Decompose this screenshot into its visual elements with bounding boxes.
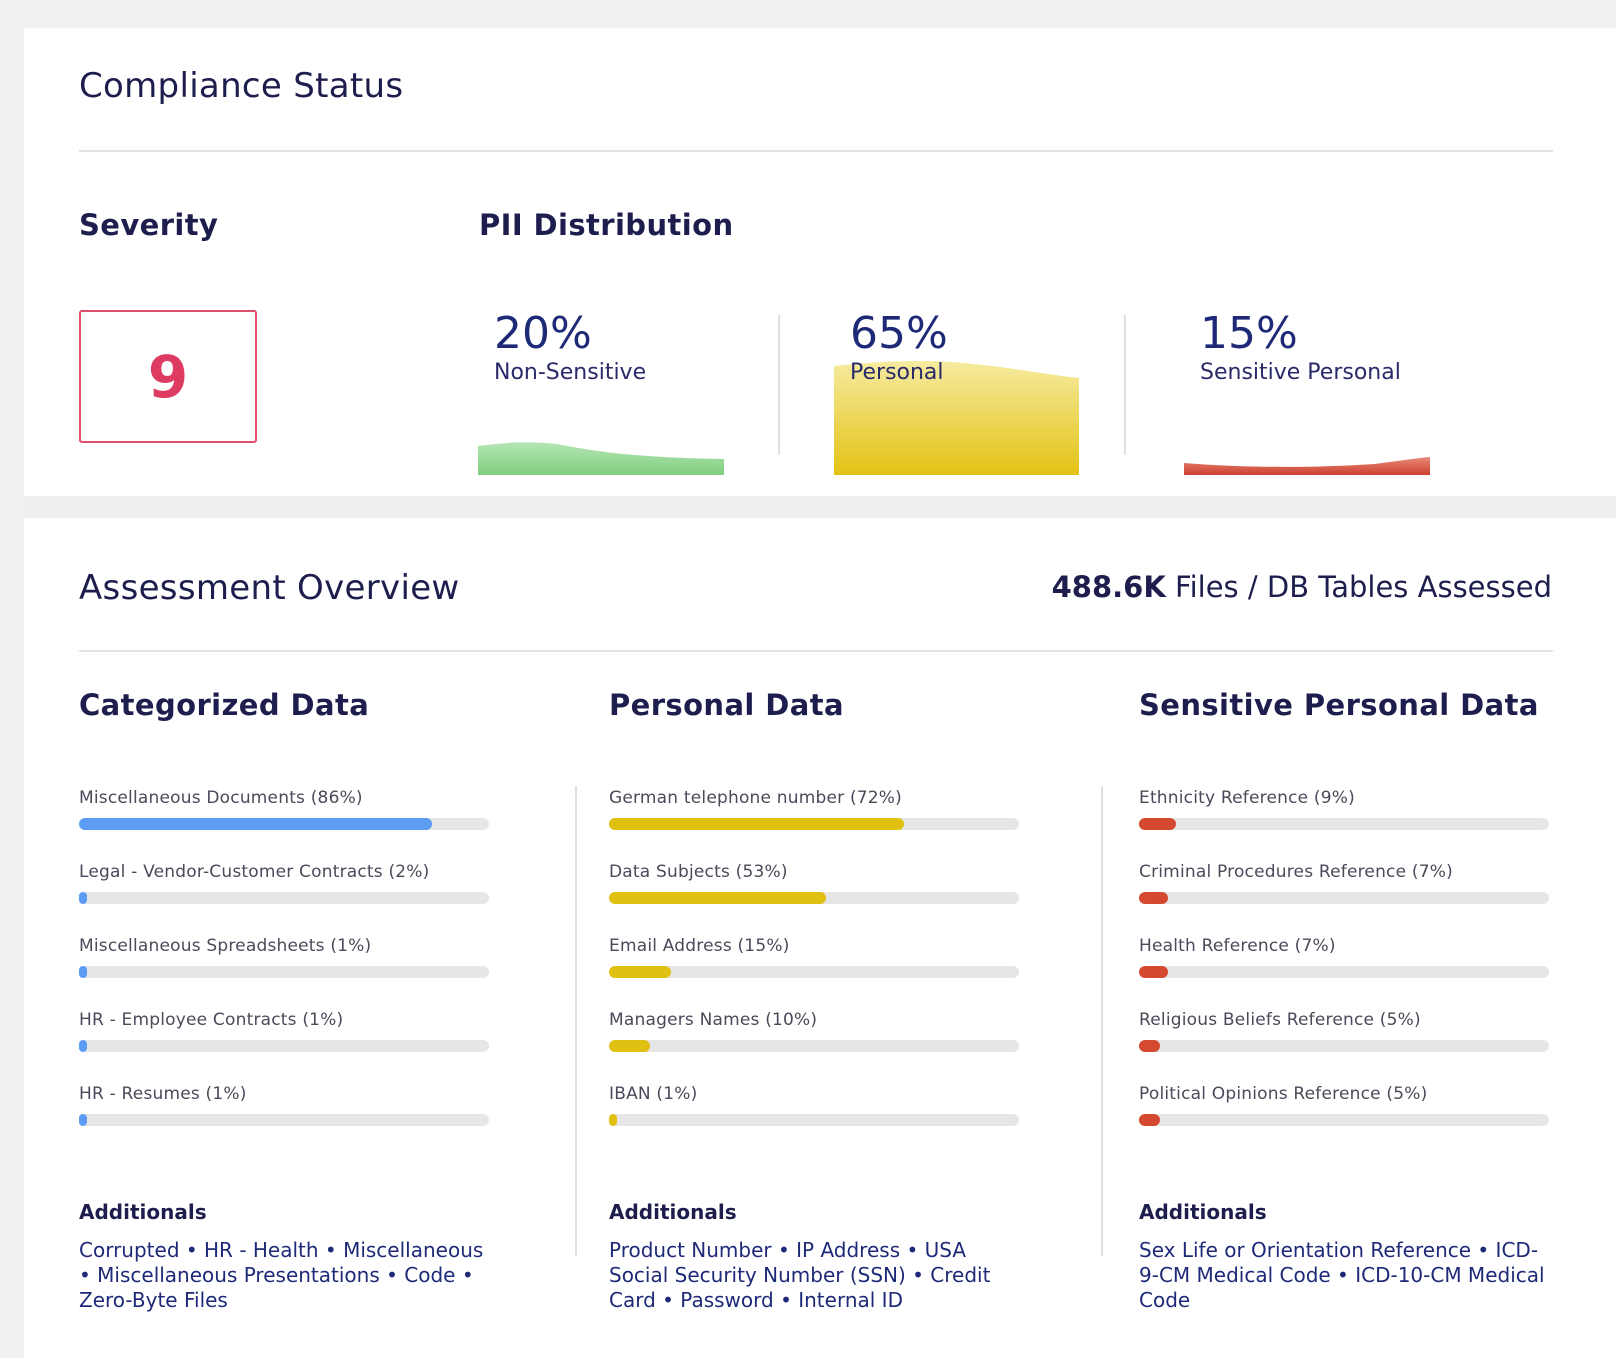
bar-fill (79, 892, 88, 904)
section-gap (24, 496, 1616, 518)
bar-track (79, 892, 489, 904)
bar-item: Ethnicity Reference (9%) (1139, 788, 1549, 830)
pii-percent: 20% (494, 308, 592, 359)
bar-item: Political Opinions Reference (5%) (1139, 1084, 1549, 1126)
column-title: Personal Data (609, 688, 844, 722)
column-separator (575, 786, 577, 1256)
pii-label: Non-Sensitive (494, 360, 647, 385)
bar-track (609, 1114, 1019, 1126)
bar-track (1139, 966, 1549, 978)
bar-fill (79, 1114, 88, 1126)
bar-item: IBAN (1%) (609, 1084, 1019, 1126)
bar-label: HR - Resumes (1%) (79, 1084, 247, 1104)
pii-percent: 65% (850, 308, 948, 359)
additionals-text: Product Number • IP Address • USA Social… (609, 1238, 991, 1312)
bar-item: Legal - Vendor-Customer Contracts (2%) (79, 862, 489, 904)
bar-label: HR - Employee Contracts (1%) (79, 1010, 344, 1030)
compliance-status-title: Compliance Status (79, 66, 404, 106)
bar-fill (609, 892, 827, 904)
pii-sensitive-personal: 15% Sensitive Personal (1184, 308, 1484, 478)
severity-score: 9 (147, 342, 189, 411)
bar-item: HR - Resumes (1%) (79, 1084, 489, 1126)
additionals-text: Corrupted • HR - Health • Miscellaneous … (79, 1238, 484, 1312)
bar-fill (609, 818, 905, 830)
additionals-title: Additionals (1139, 1200, 1267, 1224)
bar-track (79, 966, 489, 978)
column-title: Sensitive Personal Data (1139, 688, 1539, 722)
bar-fill (609, 1040, 650, 1052)
bar-fill (609, 1114, 618, 1126)
bar-fill (609, 966, 671, 978)
bar-item: Religious Beliefs Reference (5%) (1139, 1010, 1549, 1052)
bar-label: Miscellaneous Spreadsheets (1%) (79, 936, 372, 956)
assessment-overview-title: Assessment Overview (79, 568, 460, 608)
bar-track (609, 966, 1019, 978)
bar-fill (1139, 892, 1168, 904)
bar-item: Miscellaneous Documents (86%) (79, 788, 489, 830)
pii-label: Personal (850, 360, 944, 385)
bar-label: Managers Names (10%) (609, 1010, 818, 1030)
bar-track (609, 1040, 1019, 1052)
bar-track (79, 1114, 489, 1126)
bar-label: Data Subjects (53%) (609, 862, 788, 882)
pii-separator (1124, 315, 1126, 455)
bar-track (609, 892, 1019, 904)
compliance-divider (79, 150, 1553, 152)
bar-label: Miscellaneous Documents (86%) (79, 788, 363, 808)
bar-track (1139, 892, 1549, 904)
severity-score-box: 9 (79, 310, 257, 443)
bar-track (79, 1040, 489, 1052)
pii-non-sensitive: 20% Non-Sensitive (478, 308, 778, 478)
files-suffix: Files / DB Tables Assessed (1165, 570, 1552, 604)
bar-label: German telephone number (72%) (609, 788, 902, 808)
bar-item: Miscellaneous Spreadsheets (1%) (79, 936, 489, 978)
bar-item: Data Subjects (53%) (609, 862, 1019, 904)
bar-fill (79, 966, 88, 978)
additionals-title: Additionals (609, 1200, 737, 1224)
column-separator (1101, 786, 1103, 1256)
pii-percent: 15% (1200, 308, 1298, 359)
bar-label: Ethnicity Reference (9%) (1139, 788, 1355, 808)
assessment-divider (79, 650, 1553, 652)
bar-label: Email Address (15%) (609, 936, 790, 956)
bar-track (609, 818, 1019, 830)
bar-label: IBAN (1%) (609, 1084, 698, 1104)
additionals-title: Additionals (79, 1200, 207, 1224)
bar-label: Religious Beliefs Reference (5%) (1139, 1010, 1421, 1030)
bar-item: HR - Employee Contracts (1%) (79, 1010, 489, 1052)
bar-track (1139, 1040, 1549, 1052)
bar-label: Legal - Vendor-Customer Contracts (2%) (79, 862, 430, 882)
pii-separator (778, 315, 780, 455)
bar-track (1139, 818, 1549, 830)
pii-personal: 65% Personal (834, 308, 1134, 478)
bar-fill (1139, 1114, 1160, 1126)
bar-fill (1139, 818, 1176, 830)
pii-label: Sensitive Personal (1200, 360, 1401, 385)
bar-item: Criminal Procedures Reference (7%) (1139, 862, 1549, 904)
bar-item: Managers Names (10%) (609, 1010, 1019, 1052)
bar-item: Health Reference (7%) (1139, 936, 1549, 978)
files-assessed: 488.6K Files / DB Tables Assessed (1052, 570, 1552, 604)
bar-fill (1139, 1040, 1160, 1052)
bar-fill (79, 1040, 88, 1052)
pii-distribution-heading: PII Distribution (479, 208, 734, 242)
severity-heading: Severity (79, 208, 219, 242)
bar-track (79, 818, 489, 830)
files-count: 488.6K (1051, 570, 1166, 604)
bar-label: Political Opinions Reference (5%) (1139, 1084, 1428, 1104)
column-title: Categorized Data (79, 688, 370, 722)
bar-label: Health Reference (7%) (1139, 936, 1336, 956)
bar-label: Criminal Procedures Reference (7%) (1139, 862, 1453, 882)
bar-item: Email Address (15%) (609, 936, 1019, 978)
bar-fill (1139, 966, 1168, 978)
additionals-text: Sex Life or Orientation Reference • ICD-… (1139, 1238, 1545, 1312)
bar-fill (79, 818, 432, 830)
bar-item: German telephone number (72%) (609, 788, 1019, 830)
compliance-status-card: Compliance Status Severity 9 PII Distrib… (24, 28, 1616, 496)
assessment-overview-card: Assessment Overview 488.6K Files / DB Ta… (24, 518, 1616, 1358)
bar-track (1139, 1114, 1549, 1126)
